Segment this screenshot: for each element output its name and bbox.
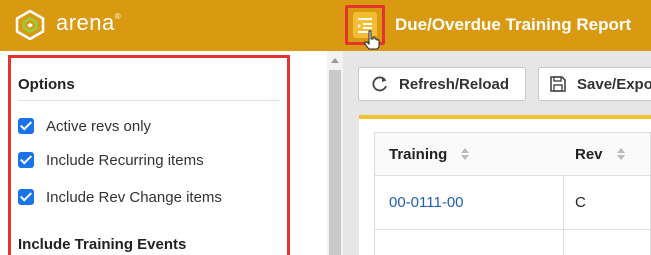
column-header-training[interactable]: Training <box>374 132 564 176</box>
column-header-rev-label: Rev <box>575 145 603 163</box>
save-export-label: Save/Expo <box>577 75 651 93</box>
column-header-training-label: Training <box>389 145 448 163</box>
cell-divider <box>563 230 564 255</box>
training-events-heading: Include Training Events <box>18 236 187 253</box>
table-cell-training[interactable]: 00-0111-00 <box>374 176 564 230</box>
brand-name: arena® <box>56 10 121 36</box>
refresh-label: Refresh/Reload <box>399 75 510 93</box>
recurring-items-option[interactable]: Include Recurring items <box>18 150 204 170</box>
scrollbar-thumb[interactable] <box>329 70 341 255</box>
arena-logo-icon <box>15 10 45 40</box>
divider <box>18 100 280 101</box>
table-row <box>374 230 651 255</box>
rev-change-items-checkbox[interactable] <box>18 189 34 205</box>
brand-text: arena <box>56 10 115 35</box>
sort-icon[interactable] <box>461 148 470 160</box>
rev-change-items-option[interactable]: Include Rev Change items <box>18 187 222 207</box>
rev-value: C <box>575 194 586 211</box>
active-revs-checkbox[interactable] <box>18 118 34 134</box>
training-link[interactable]: 00-0111-00 <box>389 194 464 211</box>
sort-icon[interactable] <box>616 148 625 160</box>
table-cell-rev: C <box>563 176 651 230</box>
recurring-items-checkbox[interactable] <box>18 152 34 168</box>
rev-change-items-label: Include Rev Change items <box>46 188 222 206</box>
hand-cursor-icon <box>364 30 380 50</box>
recurring-items-label: Include Recurring items <box>46 151 204 169</box>
refresh-icon <box>372 76 387 92</box>
active-revs-label: Active revs only <box>46 117 152 135</box>
refresh-button[interactable]: Refresh/Reload <box>358 67 526 101</box>
save-icon <box>550 76 566 92</box>
brand-mark: ® <box>114 12 122 21</box>
save-export-button[interactable]: Save/Expo <box>538 67 651 101</box>
active-revs-option[interactable]: Active revs only <box>18 116 151 136</box>
column-header-rev[interactable]: Rev <box>563 132 651 176</box>
page-title: Due/Overdue Training Report <box>395 15 632 34</box>
scroll-up-arrow-icon[interactable] <box>331 58 339 63</box>
options-heading: Options <box>18 76 75 93</box>
